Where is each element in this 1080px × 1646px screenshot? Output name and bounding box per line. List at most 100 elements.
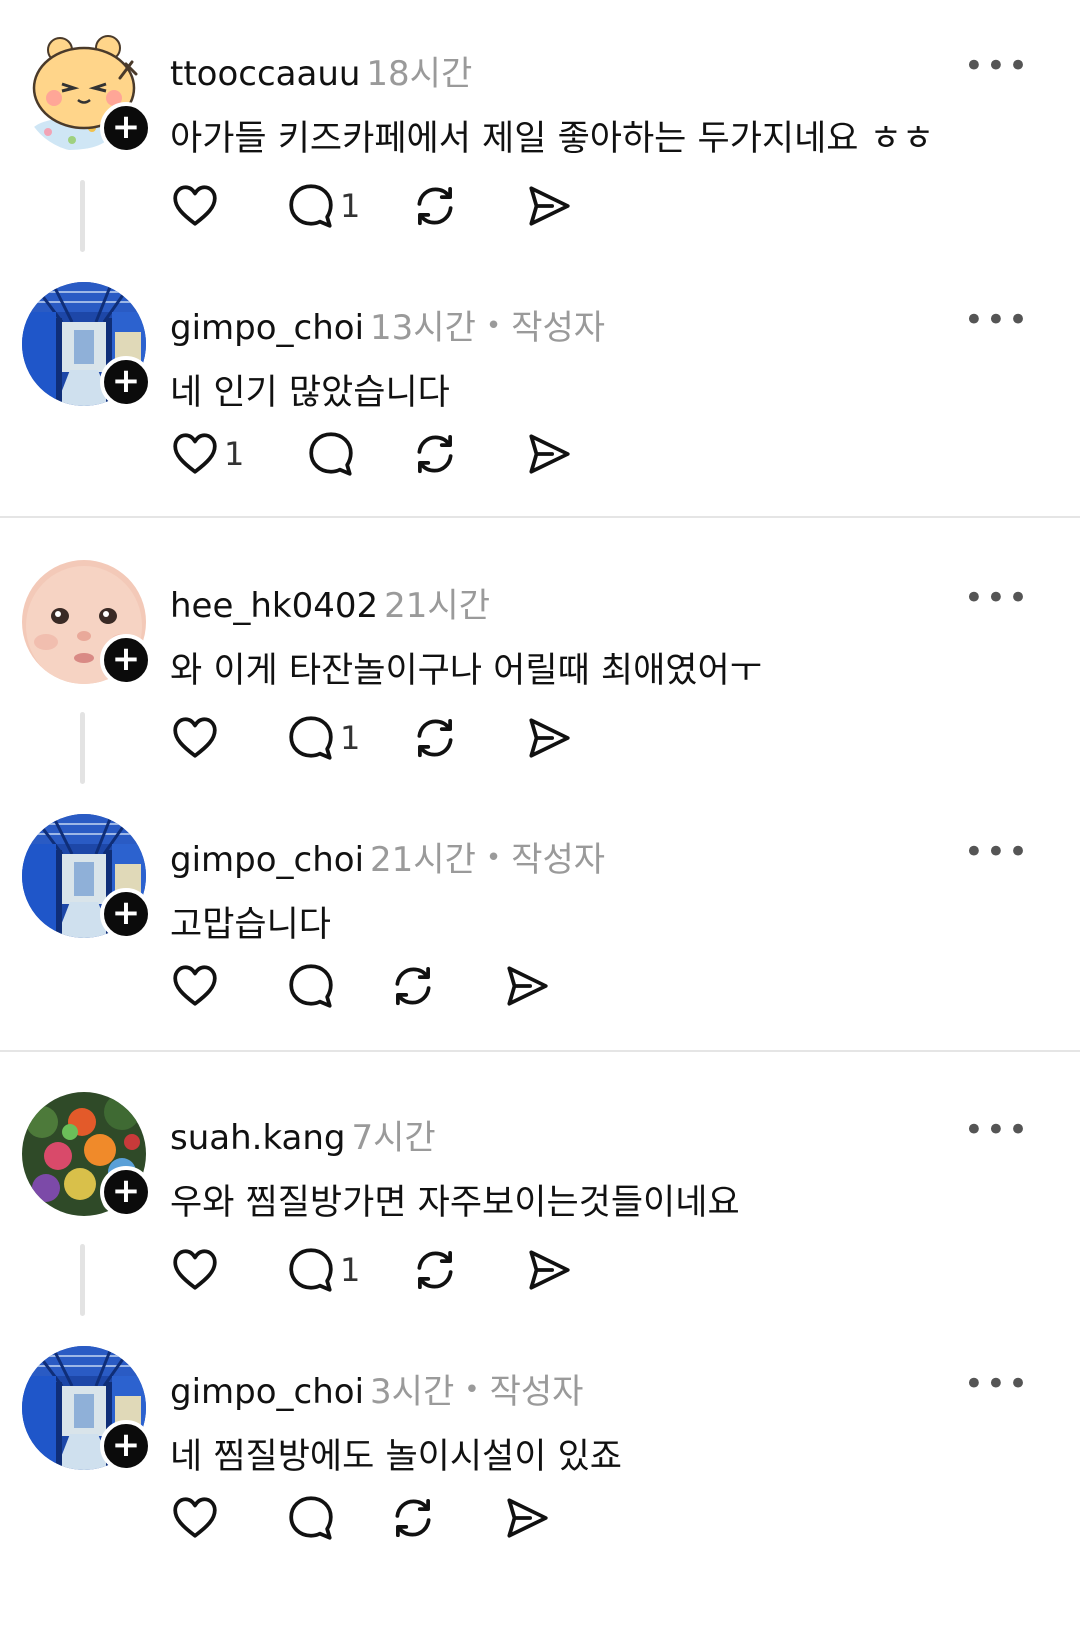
repost-button[interactable] bbox=[410, 176, 460, 236]
comment-icon bbox=[306, 429, 356, 479]
comment-text: 고맙습니다 bbox=[170, 905, 332, 945]
reply-count: 1 bbox=[340, 187, 361, 225]
comment-text: 우와 찜질방가면 자주보이는것들이네요 bbox=[170, 1183, 740, 1223]
username[interactable]: hee_hk0402 bbox=[170, 586, 378, 626]
avatar[interactable]: + bbox=[22, 1092, 152, 1218]
action-bar bbox=[170, 1488, 670, 1548]
like-button[interactable] bbox=[170, 1240, 220, 1300]
more-horizontal-icon[interactable]: ••• bbox=[964, 1364, 1030, 1404]
repost-icon bbox=[410, 181, 460, 231]
repost-button[interactable] bbox=[388, 956, 438, 1016]
comment-text: 네 찜질방에도 놀이시설이 있죠 bbox=[170, 1437, 622, 1477]
send-icon bbox=[524, 713, 574, 763]
action-bar: 1 bbox=[170, 424, 670, 484]
reply-button[interactable] bbox=[286, 956, 336, 1016]
reply-button[interactable]: 1 bbox=[286, 708, 360, 768]
follow-plus-icon[interactable]: + bbox=[100, 356, 152, 408]
separator-dot: • bbox=[485, 311, 502, 341]
repost-button[interactable] bbox=[410, 708, 460, 768]
avatar[interactable]: + bbox=[22, 814, 152, 940]
comment-icon bbox=[286, 713, 336, 763]
more-horizontal-icon[interactable]: ••• bbox=[964, 46, 1030, 86]
timestamp: 7시간 bbox=[351, 1118, 436, 1158]
repost-button[interactable] bbox=[410, 1240, 460, 1300]
send-icon bbox=[502, 961, 552, 1011]
reply-count: 1 bbox=[340, 1251, 361, 1289]
comment-item: + gimpo_choi 3시간 • 작성자 ••• 네 찜질방에도 놀이시설이 있죠 bbox=[0, 1346, 1080, 1477]
comment-text: 네 인기 많았습니다 bbox=[170, 373, 450, 413]
author-badge: 작성자 bbox=[511, 308, 606, 348]
username[interactable]: ttooccaauu bbox=[170, 54, 360, 94]
repost-icon bbox=[410, 713, 460, 763]
share-button[interactable] bbox=[524, 176, 574, 236]
comment-header: gimpo_choi 3시간 • 작성자 bbox=[170, 1364, 583, 1413]
repost-icon bbox=[410, 1245, 460, 1295]
follow-plus-icon[interactable]: + bbox=[100, 1420, 152, 1472]
follow-plus-icon[interactable]: + bbox=[100, 634, 152, 686]
username[interactable]: gimpo_choi bbox=[170, 1372, 364, 1412]
thread-divider bbox=[0, 516, 1080, 518]
reply-button[interactable] bbox=[306, 424, 356, 484]
thread-divider bbox=[0, 1050, 1080, 1052]
like-button[interactable] bbox=[170, 1488, 220, 1548]
reply-count: 1 bbox=[340, 719, 361, 757]
like-button[interactable] bbox=[170, 708, 220, 768]
reply-button[interactable]: 1 bbox=[286, 1240, 360, 1300]
comment-item: + gimpo_choi 13시간 • 작성자 ••• 네 인기 많았습니다 bbox=[0, 282, 1080, 413]
more-horizontal-icon[interactable]: ••• bbox=[964, 578, 1030, 618]
author-badge: 작성자 bbox=[489, 1372, 584, 1412]
share-button[interactable] bbox=[524, 1240, 574, 1300]
comment-item: + suah.kang 7시간 ••• 우와 찜질방가면 자주보이는것들이네요 bbox=[0, 1092, 1080, 1223]
like-button[interactable] bbox=[170, 956, 220, 1016]
follow-plus-icon[interactable]: + bbox=[100, 1166, 152, 1218]
heart-icon bbox=[170, 1493, 220, 1543]
avatar[interactable]: + bbox=[22, 1346, 152, 1472]
username[interactable]: gimpo_choi bbox=[170, 308, 364, 348]
avatar[interactable]: + bbox=[22, 282, 152, 408]
follow-plus-icon[interactable]: + bbox=[100, 102, 152, 154]
comment-item: + gimpo_choi 21시간 • 작성자 ••• 고맙습니다 bbox=[0, 814, 1080, 945]
share-button[interactable] bbox=[524, 424, 574, 484]
thread-line bbox=[80, 180, 85, 252]
like-button[interactable]: 1 bbox=[170, 424, 244, 484]
share-button[interactable] bbox=[524, 708, 574, 768]
send-icon bbox=[524, 1245, 574, 1295]
timestamp: 21시간 bbox=[370, 840, 476, 880]
repost-icon bbox=[388, 1493, 438, 1543]
heart-icon bbox=[170, 1245, 220, 1295]
more-horizontal-icon[interactable]: ••• bbox=[964, 300, 1030, 340]
separator-dot: • bbox=[464, 1375, 480, 1405]
author-badge: 작성자 bbox=[511, 840, 606, 880]
repost-button[interactable] bbox=[388, 1488, 438, 1548]
avatar[interactable]: + bbox=[22, 560, 152, 686]
more-horizontal-icon[interactable]: ••• bbox=[964, 832, 1030, 872]
username[interactable]: suah.kang bbox=[170, 1118, 346, 1158]
reply-button[interactable]: 1 bbox=[286, 176, 360, 236]
plus-glyph: + bbox=[111, 892, 141, 933]
repost-icon bbox=[388, 961, 438, 1011]
comment-header: suah.kang 7시간 bbox=[170, 1110, 436, 1159]
thread-line bbox=[80, 712, 85, 784]
comment-header: ttooccaauu 18시간 bbox=[170, 46, 472, 95]
comment-text: 아가들 키즈카페에서 제일 좋아하는 두가지네요 ㅎㅎ bbox=[170, 119, 935, 159]
repost-button[interactable] bbox=[410, 424, 460, 484]
follow-plus-icon[interactable]: + bbox=[100, 888, 152, 940]
more-horizontal-icon[interactable]: ••• bbox=[964, 1110, 1030, 1150]
send-icon bbox=[524, 429, 574, 479]
share-button[interactable] bbox=[502, 1488, 552, 1548]
plus-glyph: + bbox=[111, 1424, 141, 1465]
username[interactable]: gimpo_choi bbox=[170, 840, 364, 880]
reply-button[interactable] bbox=[286, 1488, 336, 1548]
separator-dot: • bbox=[485, 843, 502, 873]
avatar[interactable]: + bbox=[22, 28, 152, 154]
heart-icon bbox=[170, 713, 220, 763]
comment-icon bbox=[286, 1493, 336, 1543]
like-button[interactable] bbox=[170, 176, 220, 236]
comment-header: hee_hk0402 21시간 bbox=[170, 578, 490, 627]
comment-header: gimpo_choi 13시간 • 작성자 bbox=[170, 300, 605, 349]
plus-glyph: + bbox=[111, 1170, 141, 1211]
repost-icon bbox=[410, 429, 460, 479]
thread-line bbox=[80, 1244, 85, 1316]
comment-item: + hee_hk0402 21시간 ••• 와 이게 타잔놀이구나 어릴때 최애였어ㅜ bbox=[0, 560, 1080, 691]
share-button[interactable] bbox=[502, 956, 552, 1016]
